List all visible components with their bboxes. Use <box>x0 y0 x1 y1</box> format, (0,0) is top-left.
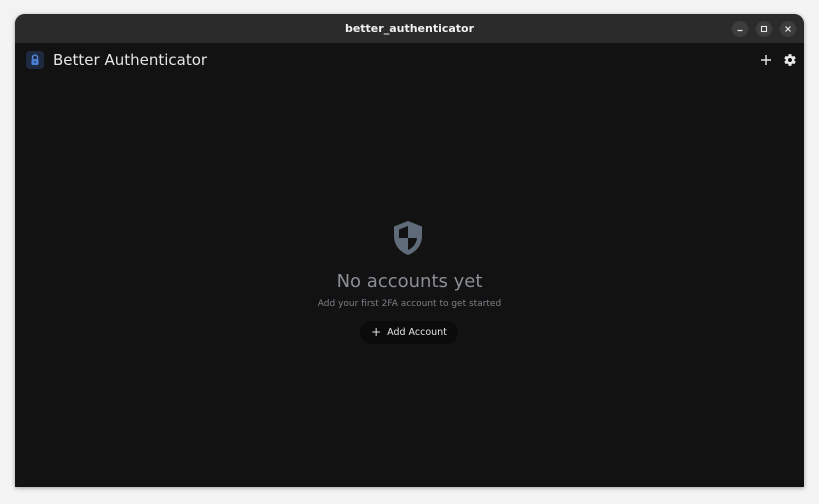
app-logo <box>26 51 44 69</box>
window-titlebar[interactable]: better_authenticator <box>15 14 804 43</box>
maximize-icon <box>760 25 768 33</box>
lock-icon <box>31 54 39 65</box>
minimize-icon <box>737 29 743 32</box>
app-window: better_authenticator Better Authenticato… <box>15 14 804 487</box>
app-title: Better Authenticator <box>53 51 208 69</box>
add-account-button[interactable]: + Add Account <box>360 321 458 344</box>
gear-icon <box>784 54 796 66</box>
plus-icon <box>761 55 771 65</box>
close-button[interactable] <box>780 21 796 37</box>
add-account-header-button[interactable] <box>757 51 775 69</box>
app-header: Better Authenticator <box>15 43 804 77</box>
close-icon <box>785 26 791 32</box>
add-icon: + <box>371 325 382 339</box>
add-account-label: Add Account <box>387 327 447 338</box>
minimize-button[interactable] <box>732 21 748 37</box>
maximize-button[interactable] <box>756 21 772 37</box>
empty-state-title: No accounts yet <box>336 271 483 292</box>
settings-button[interactable] <box>781 51 799 69</box>
empty-state-subtitle: Add your first 2FA account to get starte… <box>317 299 502 309</box>
shield-icon <box>394 221 422 255</box>
window-title: better_authenticator <box>344 22 475 35</box>
